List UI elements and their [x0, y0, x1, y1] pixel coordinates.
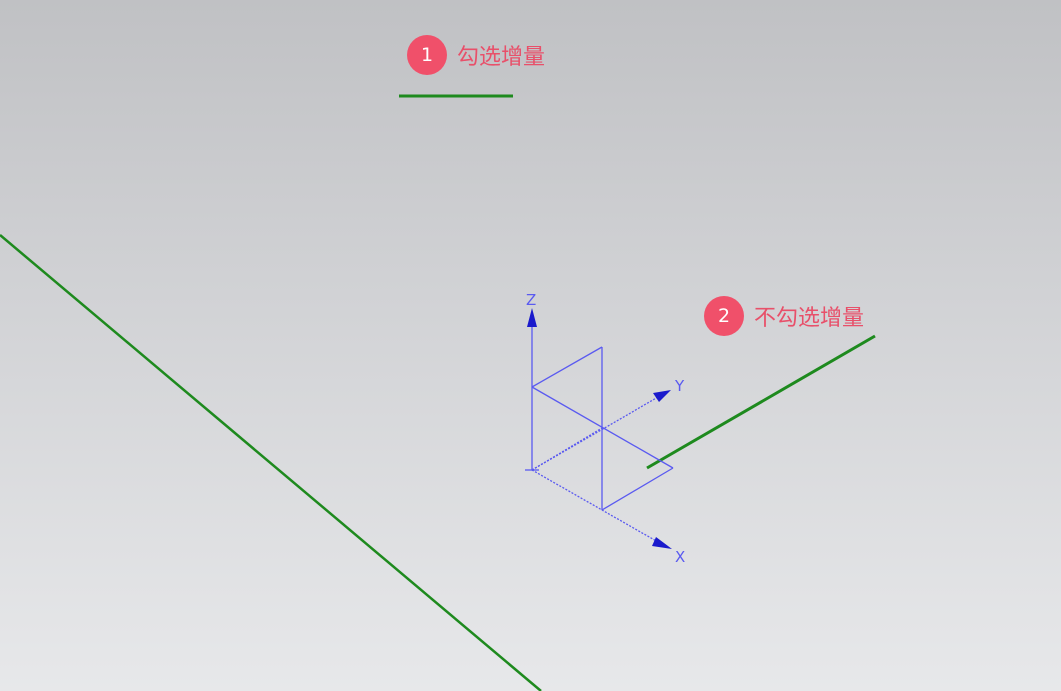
number-badge: 1: [407, 35, 447, 75]
3d-scene[interactable]: Z Y X: [0, 0, 1061, 691]
annotation-label: 不勾选增量: [754, 306, 865, 331]
csys-y-axis: [531, 392, 666, 471]
annotation-non-incremental: 2 不勾选增量: [704, 296, 864, 336]
csys-plane-top-edge: [531, 346, 603, 388]
x-arrow-icon[interactable]: [652, 537, 672, 549]
datum-csys[interactable]: Z Y X: [525, 291, 685, 566]
annotation-label: 勾选增量: [457, 45, 546, 70]
number-badge: 2: [704, 296, 744, 336]
y-arrow-icon[interactable]: [653, 390, 671, 402]
long-diagonal-curve[interactable]: [0, 234, 542, 691]
csys-z-label: Z: [526, 291, 536, 309]
csys-plane-right-edge: [601, 467, 674, 511]
annotation-incremental: 1 勾选增量: [407, 35, 545, 75]
z-arrow-icon[interactable]: [527, 308, 537, 327]
csys-y-label: Y: [674, 377, 685, 395]
curve-non-incremental[interactable]: [646, 334, 876, 470]
graphics-viewport[interactable]: Z Y X 1 勾选增量 2 不勾选增量: [0, 0, 1061, 691]
csys-x-label: X: [675, 548, 685, 566]
csys-x-axis: [531, 469, 666, 547]
